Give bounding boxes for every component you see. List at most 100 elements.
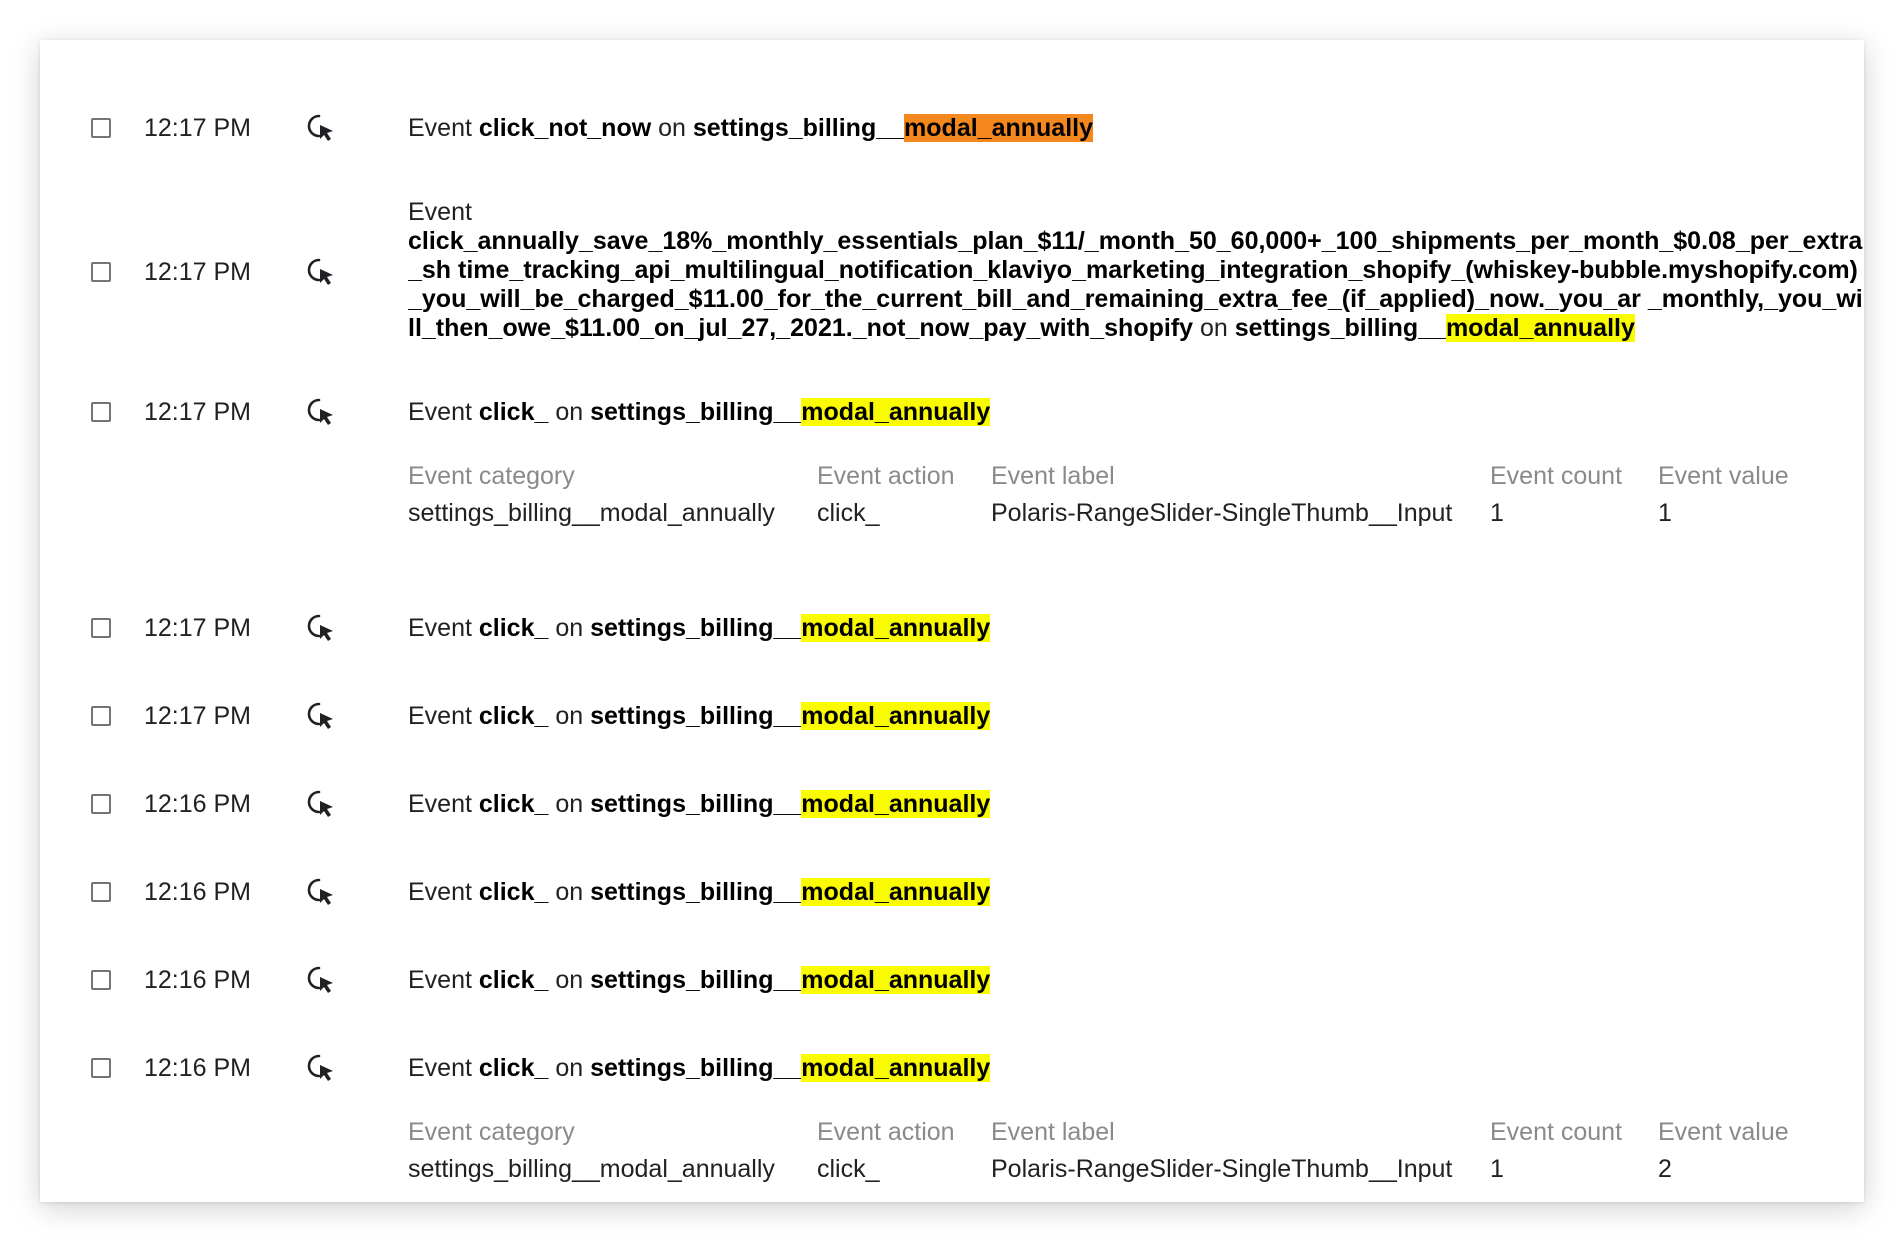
event-action: click_	[478, 1054, 549, 1082]
event-target-highlight: modal_annually	[801, 966, 991, 994]
detail-header: Event value	[1658, 1118, 1789, 1146]
row-checkbox[interactable]	[91, 706, 111, 726]
cursor-click-icon	[307, 702, 333, 729]
event-on: on	[555, 702, 584, 730]
event-target-prefix: settings_billing__	[590, 966, 802, 994]
event-prefix: Event	[408, 702, 472, 730]
event-target-highlight: modal_annually	[904, 114, 1093, 142]
cursor-click-icon	[307, 878, 333, 905]
event-description: Event click_ on settings_billing__modal_…	[408, 966, 991, 995]
event-description: Event click_ on settings_billing__modal_…	[408, 1054, 991, 1083]
detail-header: Event label	[991, 462, 1115, 490]
cursor-click-icon	[307, 258, 333, 285]
detail-header: Event count	[1490, 1118, 1623, 1146]
event-row-expanded[interactable]: 12:17 PM Event click_ on settings_billin…	[40, 350, 1864, 550]
detail-value: settings_billing__modal_annually	[408, 499, 775, 527]
detail-value: Polaris-RangeSlider-SingleThumb__Input	[991, 1155, 1453, 1183]
detail-value: 1	[1490, 1155, 1504, 1183]
event-time: 12:17 PM	[144, 114, 252, 142]
cursor-click-icon	[307, 1054, 333, 1081]
cursor-click-icon	[307, 790, 333, 817]
event-description: Event click_not_now on settings_billing_…	[408, 114, 1093, 143]
detail-header: Event count	[1490, 462, 1623, 490]
event-prefix: Event	[408, 966, 472, 994]
detail-value: click_	[817, 499, 880, 527]
event-on: on	[555, 966, 584, 994]
row-checkbox[interactable]	[91, 794, 111, 814]
event-target-prefix: settings_billing__	[590, 1054, 802, 1082]
detail-header: Event action	[817, 1118, 955, 1146]
event-time: 12:17 PM	[144, 258, 252, 286]
event-target-highlight: modal_annually	[801, 614, 991, 642]
event-prefix: Event	[408, 1054, 472, 1082]
event-target: settings_billing__modal_annually	[590, 614, 991, 642]
detail-header: Event value	[1658, 462, 1789, 490]
event-target-prefix: settings_billing__	[1234, 314, 1446, 342]
detail-header: Event category	[408, 462, 575, 490]
event-on: on	[555, 398, 584, 426]
cursor-click-icon	[307, 966, 333, 993]
event-row[interactable]: 12:17 PM Event click_ on settings_billin…	[40, 664, 1864, 744]
event-target-highlight: modal_annually	[1445, 314, 1635, 342]
event-target-prefix: settings_billing__	[590, 790, 802, 818]
event-target-highlight: modal_annually	[801, 398, 991, 426]
event-action: click_	[478, 966, 549, 994]
event-row[interactable]: 12:16 PM Event click_ on settings_billin…	[40, 840, 1864, 920]
detail-label: Event label Polaris-RangeSlider-SingleTh…	[991, 1118, 1452, 1184]
event-time: 12:16 PM	[144, 1054, 252, 1082]
event-row[interactable]: 12:17 PM Event click_annually_save_18%_m…	[40, 160, 1864, 350]
event-prefix: Event	[408, 614, 472, 642]
cursor-click-icon	[307, 398, 333, 425]
event-target-prefix: settings_billing__	[590, 878, 802, 906]
row-checkbox[interactable]	[91, 402, 111, 422]
event-prefix: Event	[408, 398, 472, 426]
event-action: click_	[478, 614, 549, 642]
event-prefix: Event	[408, 198, 472, 226]
event-row[interactable]: 12:16 PM Event click_ on settings_billin…	[40, 752, 1864, 832]
detail-category: Event category settings_billing__modal_a…	[408, 462, 775, 528]
event-on: on	[555, 1054, 584, 1082]
event-row[interactable]: 12:17 PM Event click_ on settings_billin…	[40, 576, 1864, 656]
detail-value: 1	[1490, 499, 1504, 527]
event-row-expanded[interactable]: 12:16 PM Event click_ on settings_billin…	[40, 1016, 1864, 1196]
event-target: settings_billing__modal_annually	[590, 398, 991, 426]
row-checkbox[interactable]	[91, 970, 111, 990]
event-target-prefix: settings_billing__	[590, 614, 802, 642]
row-checkbox[interactable]	[91, 118, 111, 138]
row-checkbox[interactable]	[91, 262, 111, 282]
cursor-click-icon	[307, 114, 333, 141]
detail-count: Event count 1	[1490, 462, 1622, 528]
event-on: on	[658, 114, 686, 142]
event-action: click_	[478, 702, 549, 730]
event-target-highlight: modal_annually	[801, 790, 991, 818]
event-prefix: Event	[408, 878, 472, 906]
event-action: click_	[478, 878, 549, 906]
detail-value: settings_billing__modal_annually	[408, 1155, 775, 1183]
detail-category: Event category settings_billing__modal_a…	[408, 1118, 775, 1184]
detail-header: Event label	[991, 1118, 1115, 1146]
event-target: settings_billing__modal_annually	[1235, 314, 1635, 342]
event-time: 12:16 PM	[144, 878, 252, 906]
event-target-highlight: modal_annually	[801, 878, 991, 906]
event-time: 12:17 PM	[144, 702, 252, 730]
event-target: settings_billing__modal_annually	[590, 1054, 991, 1082]
detail-value: 1	[1658, 499, 1672, 527]
event-row[interactable]: 12:16 PM Event click_ on settings_billin…	[40, 928, 1864, 1008]
detail-count: Event count 1	[1490, 1118, 1622, 1184]
row-checkbox[interactable]	[91, 1058, 111, 1078]
event-description: Event click_ on settings_billing__modal_…	[408, 790, 991, 819]
event-description: Event click_ on settings_billing__modal_…	[408, 614, 991, 643]
event-time: 12:16 PM	[144, 790, 252, 818]
row-checkbox[interactable]	[91, 882, 111, 902]
detail-value: 2	[1658, 1155, 1672, 1183]
event-description: Event click_annually_save_18%_monthly_es…	[408, 198, 1864, 348]
event-row[interactable]: 12:17 PM Event click_not_now on settings…	[40, 76, 1864, 142]
event-target: settings_billing__modal_annually	[590, 702, 991, 730]
detail-value-col: Event value 1	[1658, 462, 1789, 528]
event-target-highlight: modal_annually	[801, 1054, 991, 1082]
event-target-highlight: modal_annually	[801, 702, 991, 730]
event-description: Event click_ on settings_billing__modal_…	[408, 702, 991, 731]
event-target-prefix: settings_billing__	[590, 398, 802, 426]
event-time: 12:17 PM	[144, 614, 252, 642]
row-checkbox[interactable]	[91, 618, 111, 638]
